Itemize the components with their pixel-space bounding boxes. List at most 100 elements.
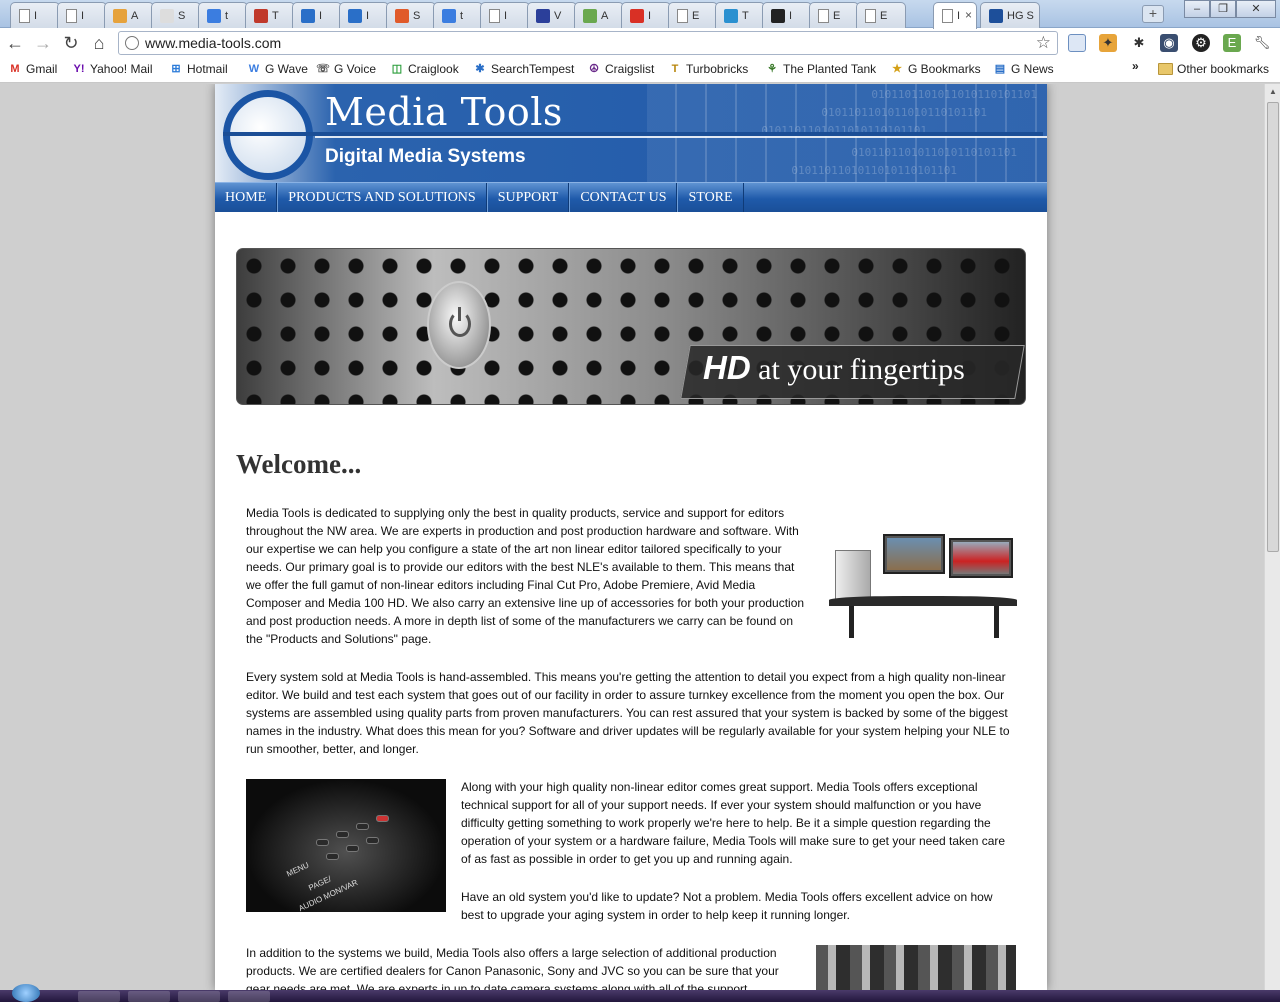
- close-tab-icon[interactable]: ×: [965, 8, 972, 22]
- tab-label: E: [692, 9, 700, 22]
- tab[interactable]: S: [151, 2, 201, 28]
- bookmark-item[interactable]: ☮ Craigslist: [587, 62, 654, 76]
- vertical-scrollbar[interactable]: ▲: [1264, 84, 1280, 990]
- site-brand[interactable]: Media Tools: [325, 90, 563, 134]
- tab-label: I: [648, 9, 652, 22]
- bookmark-label: The Planted Tank: [783, 62, 877, 76]
- scroll-up-icon[interactable]: ▲: [1265, 84, 1280, 100]
- bookmark-item[interactable]: M Gmail: [8, 62, 57, 76]
- window-close-button[interactable]: ✕: [1236, 0, 1276, 18]
- site-tagline: Digital Media Systems: [325, 146, 526, 167]
- browser-toolbar: ← → ↻ ⌂ www.media-tools.com ☆ ✦ ✱ ◉ ⚙ E …: [0, 28, 1280, 58]
- intro-paragraph: Media Tools is dedicated to supplying on…: [246, 506, 805, 646]
- tab[interactable]: I: [292, 2, 342, 28]
- tab-label: I: [319, 9, 323, 22]
- bookmark-item[interactable]: ✱ SearchTempest: [473, 62, 574, 76]
- taskbar-item[interactable]: [178, 991, 220, 1002]
- tab[interactable]: I: [10, 2, 60, 28]
- reload-icon[interactable]: ↻: [60, 32, 82, 54]
- flask-icon: [583, 8, 597, 23]
- site-container: 0101101101011010110101101 01011011010110…: [215, 84, 1047, 990]
- back-icon[interactable]: ←: [4, 32, 26, 54]
- remote-label: MENU: [285, 860, 311, 879]
- other-bookmarks-label: Other bookmarks: [1177, 62, 1270, 76]
- bookmark-label: Gmail: [26, 62, 58, 76]
- page-info-icon[interactable]: [125, 36, 139, 50]
- url-text[interactable]: www.media-tools.com: [145, 35, 1036, 51]
- nav-products-and-solutions[interactable]: PRODUCTS AND SOLUTIONS: [277, 183, 487, 212]
- tab[interactable]: E: [668, 2, 718, 28]
- bookmark-item[interactable]: T Turbobricks: [668, 62, 749, 76]
- evernote-icon[interactable]: E: [1223, 34, 1241, 52]
- bookmark-item[interactable]: ★ G Bookmarks: [890, 62, 981, 76]
- taskbar-item[interactable]: [228, 991, 270, 1002]
- support-paragraph: Along with your high quality non-linear …: [461, 780, 1006, 866]
- tab-label: A: [601, 9, 609, 22]
- address-bar[interactable]: www.media-tools.com ☆: [118, 31, 1058, 55]
- tab[interactable]: S: [386, 2, 436, 28]
- bookmark-star-icon[interactable]: ☆: [1036, 33, 1051, 53]
- bookmark-label: SearchTempest: [491, 62, 575, 76]
- news-icon: ▤: [994, 63, 1006, 75]
- maximize-button[interactable]: ❐: [1210, 0, 1236, 18]
- forward-icon[interactable]: →: [32, 32, 54, 54]
- tab[interactable]: A: [574, 2, 624, 28]
- nav-home[interactable]: HOME: [215, 183, 278, 212]
- bookmark-label: G Voice: [334, 62, 377, 76]
- taskbar-item[interactable]: [128, 991, 170, 1002]
- monitor-graphic: [883, 534, 945, 574]
- turbobricks-icon: T: [671, 63, 679, 75]
- home-icon[interactable]: ⌂: [88, 32, 110, 54]
- tab[interactable]: HG S: [980, 2, 1040, 28]
- tab[interactable]: I: [339, 2, 389, 28]
- start-orb-icon[interactable]: [12, 984, 40, 1002]
- tab[interactable]: I: [621, 2, 671, 28]
- extension-camera-icon[interactable]: ◉: [1160, 34, 1178, 52]
- extension-bug-icon[interactable]: ✱: [1130, 34, 1148, 52]
- tab-label: t: [460, 9, 464, 22]
- taskbar-item[interactable]: [78, 991, 120, 1002]
- nav-contact-us[interactable]: CONTACT US: [569, 183, 678, 212]
- tab[interactable]: V: [527, 2, 577, 28]
- new-tab-button[interactable]: +: [1142, 5, 1164, 23]
- remote-button-graphic: [376, 815, 389, 822]
- tab[interactable]: E: [809, 2, 859, 28]
- tab[interactable]: t: [433, 2, 483, 28]
- tab-label: I: [34, 9, 38, 22]
- binary-graphic: 0101101101011010110101101: [871, 88, 1037, 101]
- minimize-button[interactable]: –: [1184, 0, 1210, 18]
- tab[interactable]: E: [856, 2, 906, 28]
- bookmark-item[interactable]: Y! Yahoo! Mail: [72, 62, 153, 76]
- tab[interactable]: t: [198, 2, 248, 28]
- tab-label: I: [957, 10, 961, 22]
- tab[interactable]: I ×: [933, 2, 977, 29]
- tab[interactable]: T: [245, 2, 295, 28]
- nav-support[interactable]: SUPPORT: [486, 183, 570, 212]
- tab[interactable]: T: [715, 2, 765, 28]
- tab[interactable]: A: [104, 2, 154, 28]
- desk-leg-graphic: [849, 606, 854, 638]
- bookmark-item[interactable]: ◫ Craiglook: [390, 62, 459, 76]
- scroll-thumb[interactable]: [1267, 102, 1279, 552]
- bookmark-item[interactable]: ▤ G News: [993, 62, 1054, 76]
- binary-graphic: 0101101101011010110101101: [851, 146, 1017, 159]
- bookmark-item[interactable]: W G Wave: [247, 62, 308, 76]
- page-icon: [942, 9, 953, 23]
- folder-icon: [1158, 63, 1173, 75]
- extension-gear-icon[interactable]: ⚙: [1192, 34, 1210, 52]
- other-bookmarks-folder[interactable]: Other bookmarks: [1158, 62, 1269, 76]
- bookmarks-overflow-chevron-icon[interactable]: »: [1132, 59, 1139, 73]
- bookmark-item[interactable]: ⊞ Hotmail: [169, 62, 227, 76]
- bookmark-item[interactable]: ⚘ The Planted Tank: [765, 62, 876, 76]
- page-icon: [677, 8, 688, 23]
- tab[interactable]: I: [762, 2, 812, 28]
- nav-store[interactable]: STORE: [677, 183, 744, 212]
- tab[interactable]: I: [57, 2, 107, 28]
- extension-window-icon[interactable]: [1068, 34, 1086, 52]
- wrench-menu-icon[interactable]: 🔧︎: [1253, 34, 1271, 52]
- bookmark-item[interactable]: ☏ G Voice: [316, 62, 376, 76]
- tab[interactable]: I: [480, 2, 530, 28]
- tab-label: E: [833, 9, 841, 22]
- extension-fox-icon[interactable]: ✦: [1099, 34, 1117, 52]
- page-viewport: 0101101101011010110101101 01011011010110…: [0, 84, 1264, 990]
